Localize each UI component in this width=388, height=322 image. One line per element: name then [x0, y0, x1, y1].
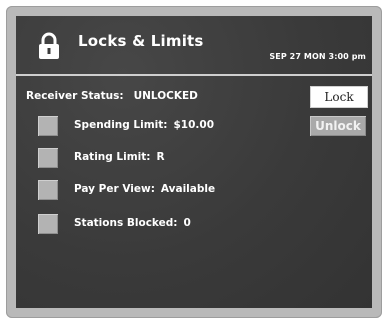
stations-blocked-title: Stations Blocked:: [74, 217, 178, 229]
unlock-button[interactable]: Unlock: [310, 116, 366, 136]
date-time-display: SEP 27 MON 3:00 pm: [269, 52, 366, 61]
page-title: Locks & Limits: [78, 32, 204, 50]
limit-row-spending[interactable]: Spending Limit: $10.00: [16, 116, 296, 138]
tv-bezel: Locks & Limits SEP 27 MON 3:00 pm Receiv…: [6, 6, 382, 318]
padlock-icon: [39, 32, 59, 59]
spending-limit-value: $10.00: [173, 119, 215, 131]
pay-per-view-label: Pay Per View: Available: [74, 183, 215, 195]
spending-limit-title: Spending Limit:: [74, 119, 168, 131]
rating-limit-value: R: [156, 151, 165, 163]
spending-limit-label: Spending Limit: $10.00: [74, 119, 214, 131]
pay-per-view-checkbox[interactable]: [38, 180, 58, 200]
pay-per-view-value: Available: [160, 183, 216, 195]
receiver-status-value: UNLOCKED: [133, 90, 198, 102]
pay-per-view-title: Pay Per View:: [74, 183, 155, 195]
receiver-status: Receiver Status: UNLOCKED: [26, 90, 198, 102]
rating-limit-checkbox[interactable]: [38, 148, 58, 168]
title-bar: Locks & Limits SEP 27 MON 3:00 pm: [16, 16, 372, 74]
stations-blocked-value: 0: [183, 217, 191, 229]
header-divider: [16, 74, 372, 76]
limit-row-pay-per-view[interactable]: Pay Per View: Available: [16, 180, 296, 202]
lock-button[interactable]: Lock: [310, 86, 368, 108]
stations-blocked-label: Stations Blocked: 0: [74, 217, 191, 229]
spending-limit-checkbox[interactable]: [38, 116, 58, 136]
stations-blocked-checkbox[interactable]: [38, 214, 58, 234]
rating-limit-label: Rating Limit: R: [74, 151, 165, 163]
receiver-status-label: Receiver Status:: [26, 90, 124, 102]
locks-limits-screen: Locks & Limits SEP 27 MON 3:00 pm Receiv…: [16, 16, 372, 308]
limit-row-rating[interactable]: Rating Limit: R: [16, 148, 296, 170]
rating-limit-title: Rating Limit:: [74, 151, 151, 163]
limit-row-stations-blocked[interactable]: Stations Blocked: 0: [16, 214, 296, 236]
